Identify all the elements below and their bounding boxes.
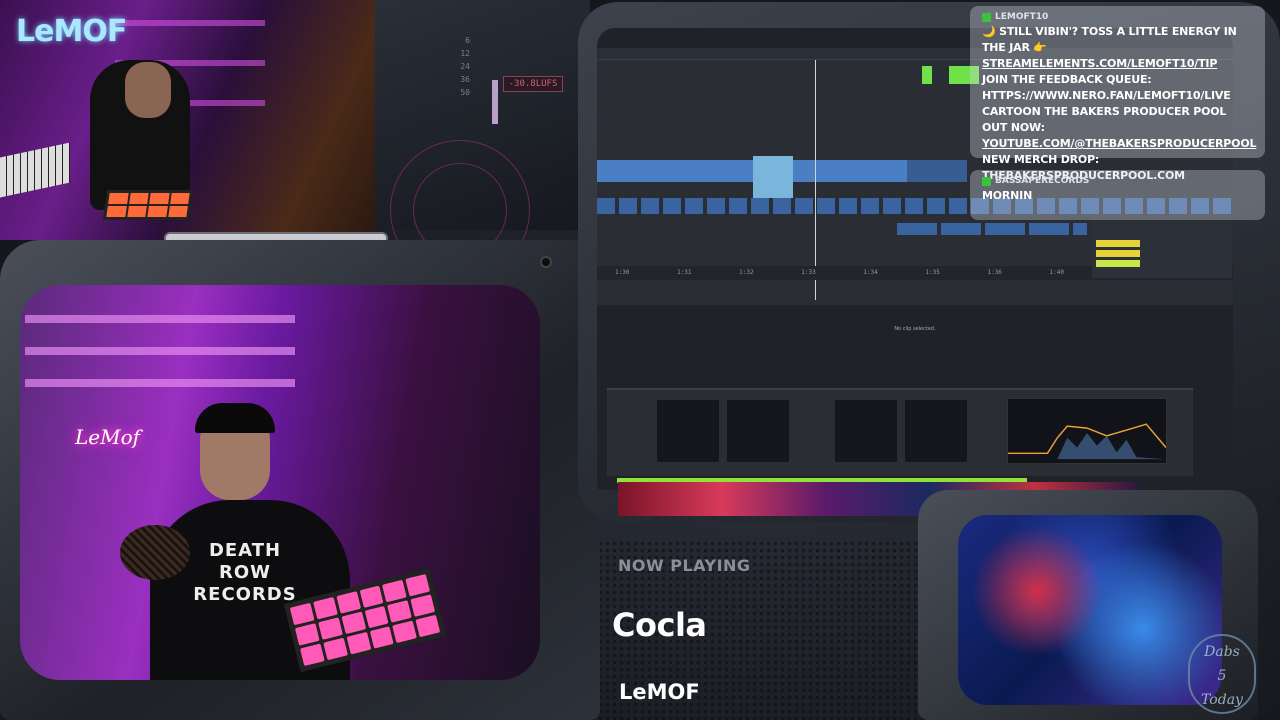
device-slot[interactable] <box>835 400 897 462</box>
no-clip-message: No clip selected. <box>894 326 936 332</box>
dabs-counter-badge: Dabs 5 Today <box>1188 634 1256 714</box>
now-playing-label: NOW PLAYING <box>618 556 751 575</box>
main-webcam: LeMof DEATH ROW RECORDS <box>20 285 540 680</box>
chat-text: MORNIN <box>982 189 1033 202</box>
chat-message: LEMOFT10 🌙 STILL VIBIN'? TOSS A LITTLE E… <box>970 6 1265 182</box>
playhead[interactable] <box>815 60 816 300</box>
meter-scale: 6 12 24 36 50 <box>460 36 470 97</box>
screw <box>540 256 552 268</box>
chat-username: BASSAPERECORDS <box>982 176 1253 186</box>
shelf <box>25 347 295 355</box>
return-track-a[interactable] <box>1096 240 1140 247</box>
chat-text: 🌙 STILL VIBIN'? TOSS A LITTLE ENERGY IN … <box>982 25 1257 182</box>
streamer-cap <box>195 403 275 433</box>
selected-clip[interactable] <box>753 156 793 202</box>
device-chain[interactable] <box>607 388 1193 476</box>
chat-badge-icon <box>982 176 991 186</box>
eq-eight-display[interactable] <box>1007 398 1167 464</box>
neon-sign: LeMof <box>75 425 141 449</box>
channel-logo: LeMOF <box>16 14 127 49</box>
track-artist: LeMOF <box>619 680 700 704</box>
microphone <box>120 525 190 580</box>
eq-curve <box>1008 423 1167 460</box>
device-slot[interactable] <box>727 400 789 462</box>
return-track-b[interactable] <box>1096 250 1140 257</box>
level-meter-bar <box>492 80 498 124</box>
top-webcam: LeMOF <box>0 0 375 240</box>
audio-track-lane[interactable] <box>907 160 967 182</box>
shirt-print: DEATH ROW RECORDS <box>193 540 297 605</box>
shelf <box>25 379 295 387</box>
visualizer-screen <box>958 515 1222 705</box>
chat-message: BASSAPERECORDS MORNIN <box>970 170 1265 220</box>
keyboard <box>0 142 70 198</box>
lufs-readout: -30.8LUFS <box>503 76 563 92</box>
device-slot[interactable] <box>657 400 719 462</box>
mixer-panel[interactable] <box>1092 218 1232 278</box>
master-track[interactable] <box>1096 260 1140 267</box>
streamer-head <box>125 62 171 118</box>
drum-pads <box>102 190 194 220</box>
midi-clip[interactable] <box>922 66 932 84</box>
device-slot[interactable] <box>905 400 967 462</box>
clip-row[interactable] <box>897 223 1087 235</box>
shelf <box>115 20 265 26</box>
chat-username: LEMOFT10 <box>982 12 1253 22</box>
shelf <box>25 315 295 323</box>
chat-badge-icon <box>982 12 991 22</box>
audio-track-lane[interactable] <box>597 160 907 182</box>
track-title: Cocla <box>612 606 707 644</box>
